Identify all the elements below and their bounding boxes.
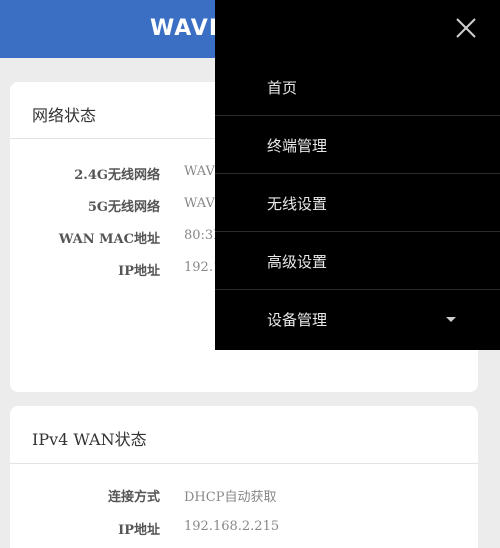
menu-item-home[interactable]: 首页 [215, 58, 500, 116]
card-title: IPv4 WAN状态 [32, 430, 147, 449]
menu-item-device[interactable]: 设备管理 [215, 290, 500, 348]
brand-logo: WAVLINK [150, 16, 216, 41]
row-label-connection-type: 连接方式 [107, 490, 160, 505]
nav-menu: 首页 终端管理 无线设置 高级设置 设备管理 [215, 0, 500, 350]
row-label-ip: IP地址 [118, 523, 160, 538]
row-value-ip: 192.168.2.215 [184, 519, 280, 534]
chevron-down-icon [446, 317, 456, 322]
menu-item-label: 高级设置 [267, 253, 328, 271]
menu-item-label: 设备管理 [267, 311, 328, 329]
row-label-wan-mac: WAN MAC地址 [58, 232, 160, 247]
row-label-5g: 5G无线网络 [87, 200, 160, 215]
card-title: 网络状态 [32, 106, 97, 125]
menu-item-label: 终端管理 [267, 137, 328, 155]
menu-item-label: 无线设置 [267, 195, 328, 213]
wan-status-card: IPv4 WAN状态 连接方式 DHCP自动获取 IP地址 192.168.2.… [10, 406, 478, 548]
menu-item-wireless[interactable]: 无线设置 [215, 174, 500, 232]
menu-item-label: 首页 [267, 79, 298, 97]
row-value-24g: WAV [184, 164, 215, 179]
menu-item-advanced[interactable]: 高级设置 [215, 232, 500, 290]
row-value-5g: WAV [184, 196, 215, 211]
close-icon[interactable] [454, 16, 478, 40]
menu-item-clients[interactable]: 终端管理 [215, 116, 500, 174]
row-value-connection-type: DHCP自动获取 [184, 490, 277, 505]
row-label-24g: 2.4G无线网络 [74, 168, 160, 183]
divider [10, 463, 478, 464]
row-label-ip: IP地址 [118, 264, 160, 279]
